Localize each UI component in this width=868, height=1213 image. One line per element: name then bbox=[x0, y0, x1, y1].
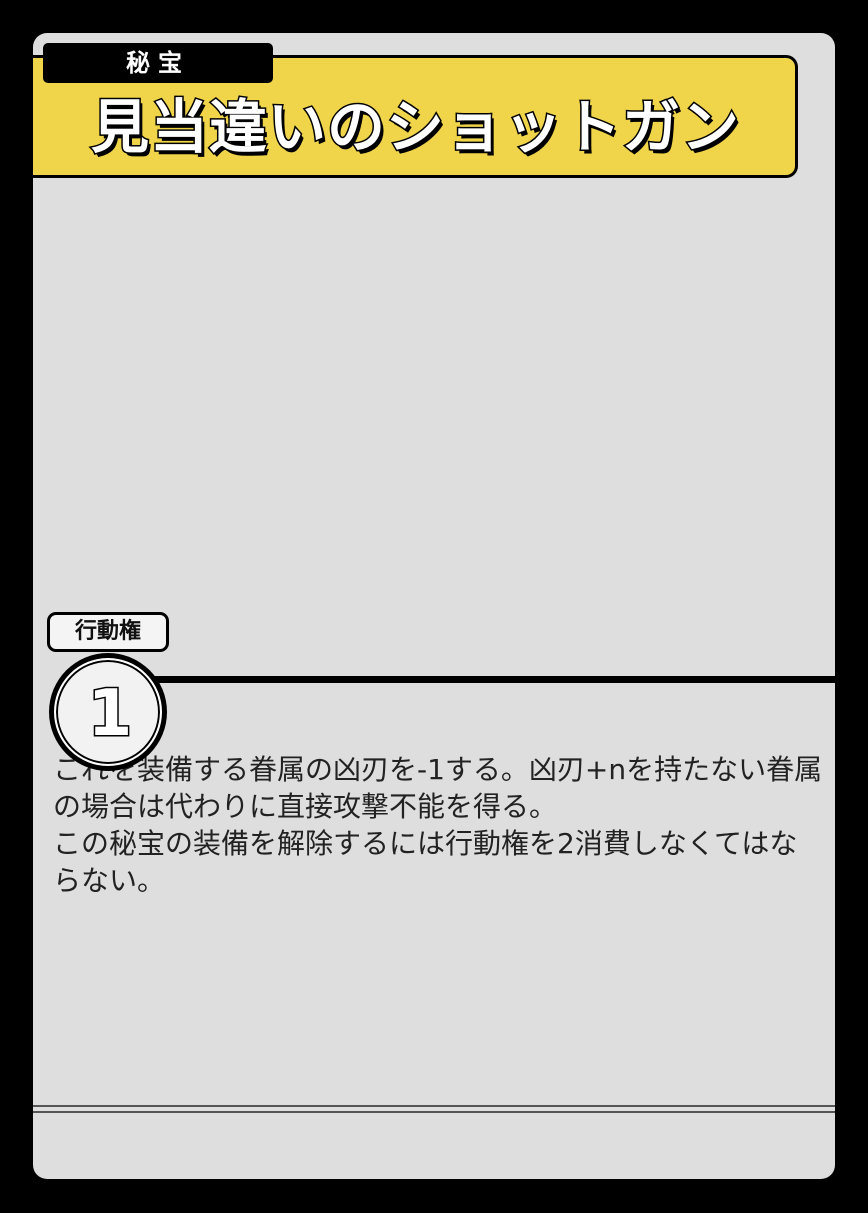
footer-divider bbox=[33, 1105, 835, 1113]
divider-line bbox=[133, 676, 835, 683]
cost-value: 1 bbox=[86, 676, 134, 753]
effect-paragraph-2: この秘宝の装備を解除するには行動権を2消費しなくてはならない。 bbox=[53, 827, 798, 897]
cost-badge-inner: 1 bbox=[54, 658, 162, 766]
cost-badge: 1 bbox=[49, 653, 167, 771]
card-title: 見当違いのショットガン bbox=[89, 92, 740, 163]
card-page: 秘宝 見当違いのショットガン 行動権 1 これを装備する眷属の凶刃を-1する。凶… bbox=[0, 0, 868, 1213]
art-area bbox=[33, 181, 835, 676]
cost-label: 行動権 bbox=[47, 612, 169, 652]
card: 秘宝 見当違いのショットガン 行動権 1 これを装備する眷属の凶刃を-1する。凶… bbox=[33, 33, 835, 1179]
effect-paragraph-1: これを装備する眷属の凶刃を-1する。凶刃+nを持たない眷属の場合は代わりに直接攻… bbox=[53, 753, 823, 823]
effect-text: これを装備する眷属の凶刃を-1する。凶刃+nを持たない眷属の場合は代わりに直接攻… bbox=[53, 751, 823, 899]
